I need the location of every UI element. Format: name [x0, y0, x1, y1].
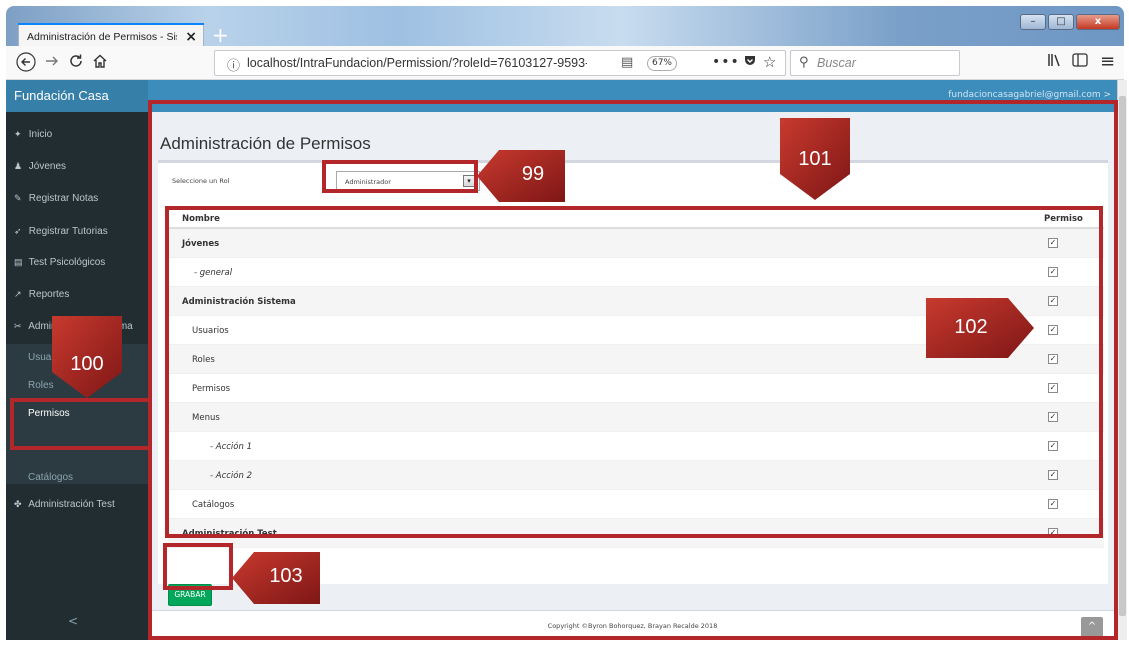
scrollbar-thumb[interactable] — [1119, 96, 1126, 616]
tab-close-icon[interactable]: × — [185, 29, 197, 45]
reload-icon[interactable] — [68, 53, 84, 74]
new-tab-button[interactable]: + — [212, 25, 229, 45]
reader-view-icon[interactable]: ▤ — [621, 55, 633, 70]
sidebar-item-label: Administración Test — [28, 499, 115, 510]
page-scrollbar[interactable] — [1117, 80, 1127, 640]
annotation-frame-100 — [10, 398, 151, 450]
url-bar[interactable]: ⓘ localhost/IntraFundacion/Permission/?r… — [214, 50, 786, 76]
home-icon[interactable] — [92, 53, 108, 74]
annotation-label-101: 101 — [798, 148, 832, 170]
search-placeholder: Buscar — [817, 56, 856, 70]
pocket-icon[interactable] — [743, 54, 757, 72]
url-text[interactable]: localhost/IntraFundacion/Permission/?rol… — [247, 56, 587, 70]
annotation-label-99: 99 — [521, 163, 545, 185]
tab-strip: Administración de Permisos - Siste × + –… — [6, 6, 1124, 51]
list-icon: ▤ — [14, 257, 23, 267]
navigation-bar: ⓘ localhost/IntraFundacion/Permission/?r… — [6, 46, 1124, 80]
annotation-label-102: 102 — [954, 316, 988, 338]
wrench-icon: ✂ — [14, 321, 22, 331]
tab-title: Administración de Permisos - Siste — [27, 31, 177, 43]
sidebar-item-test-psicologicos[interactable]: ▤ Test Psicológicos — [6, 246, 148, 278]
sidebar-collapse-icon[interactable]: < — [68, 614, 78, 628]
sidebar-item-registrar-tutorias[interactable]: ➶ Registrar Tutorias — [6, 215, 148, 247]
bookmark-star-icon[interactable]: ☆ — [763, 53, 776, 71]
search-icon: ⚲ — [799, 55, 809, 70]
sidebar-item-administracion-test[interactable]: ✤ Administración Test — [6, 488, 148, 520]
puzzle-icon: ✤ — [14, 499, 22, 509]
annotation-frame-103 — [163, 543, 233, 590]
zoom-badge[interactable]: 67% — [647, 56, 677, 71]
annotation-frame-99 — [322, 160, 478, 193]
chart-icon: ↗ — [14, 289, 22, 299]
app-brand[interactable]: Fundación Casa Gabriel — [6, 80, 148, 135]
library-icon[interactable] — [1047, 53, 1063, 71]
sidebar-item-inicio[interactable]: ✦ Inicio — [6, 118, 148, 150]
sidebar-toggle-icon[interactable] — [1072, 53, 1088, 71]
sidebar-item-reportes[interactable]: ↗ Reportes — [6, 278, 148, 310]
sidebar-item-label: Test Psicológicos — [28, 257, 106, 268]
window-controls: – □ x — [1020, 14, 1120, 30]
sidebar-item-registrar-notas[interactable]: ✎ Registrar Notas — [6, 182, 148, 214]
sidebar-item-label: Reportes — [28, 289, 70, 300]
sidebar-item-label: Registrar Tutorias — [28, 226, 108, 237]
browser-window: Administración de Permisos - Siste × + –… — [0, 0, 1129, 645]
graduation-icon: ➶ — [14, 226, 22, 236]
sidebar-item-jovenes[interactable]: ♟ Jóvenes — [6, 150, 148, 182]
edit-icon: ✎ — [14, 193, 22, 203]
annotation-label-100: 100 — [70, 353, 104, 375]
window-close-button[interactable]: x — [1076, 14, 1120, 30]
forward-icon[interactable] — [44, 53, 60, 74]
annotation-label-103: 103 — [269, 565, 303, 587]
hamburger-menu-icon[interactable]: ≡ — [1100, 51, 1115, 72]
home-icon: ✦ — [14, 129, 22, 139]
sidebar-item-label: Registrar Notas — [28, 193, 99, 204]
user-icon: ♟ — [14, 161, 23, 171]
maximize-button[interactable]: □ — [1048, 14, 1074, 30]
page-actions-menu[interactable]: ••• — [712, 54, 740, 70]
minimize-button[interactable]: – — [1020, 14, 1046, 30]
search-bar[interactable]: ⚲ Buscar — [790, 50, 960, 76]
site-info-icon[interactable]: ⓘ — [227, 55, 240, 74]
back-icon[interactable] — [16, 52, 36, 77]
sidebar-item-label: Inicio — [28, 129, 53, 140]
sidebar-item-label: Jóvenes — [28, 161, 67, 172]
annotation-frame-table — [165, 206, 1103, 538]
user-email-link[interactable]: fundacioncasagabriel@gmail.com > — [948, 90, 1111, 100]
